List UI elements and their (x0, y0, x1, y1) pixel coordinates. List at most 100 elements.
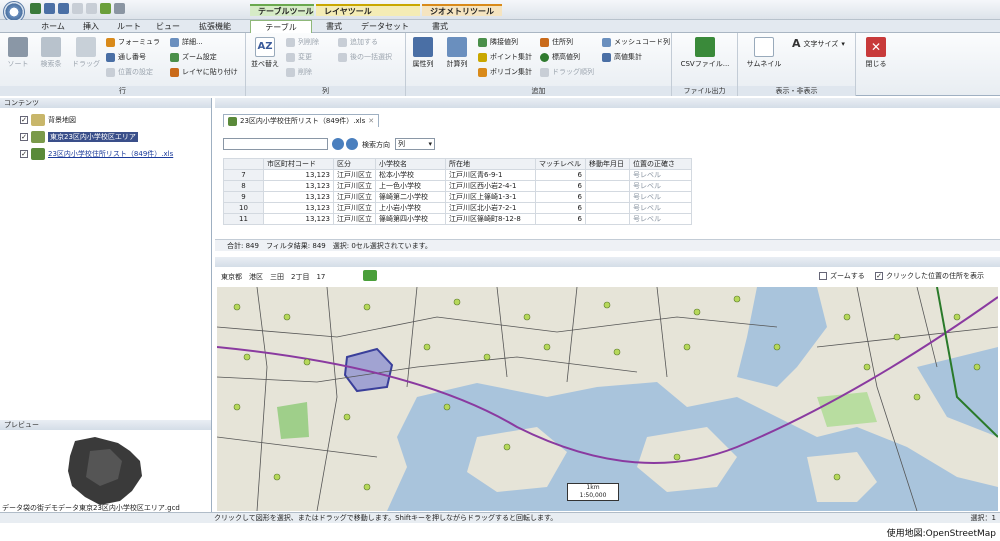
table-row[interactable]: 11 13,123 江戸川区立 篠崎第四小学校 江戸川区篠崎町8-12-8 6 … (223, 213, 692, 225)
search-direction-select[interactable]: 列 ▾ (395, 138, 435, 150)
column-header[interactable]: 市区町村コード (263, 158, 334, 170)
table-cell[interactable]: 号レベル (629, 169, 692, 181)
table-cell[interactable]: 江戸川区立 (333, 213, 376, 225)
tab-extensions[interactable]: 拡張機能 (190, 20, 240, 33)
search-prev-icon[interactable] (332, 138, 344, 150)
save-icon[interactable] (30, 3, 41, 14)
layer-item-school-areas[interactable]: ✓ 東京23区内小学校区エリア (20, 131, 138, 143)
layer-checkbox[interactable]: ✓ (20, 150, 28, 158)
table-cell[interactable] (585, 202, 630, 214)
sort-button[interactable]: AZ 並べ替え (250, 37, 280, 69)
table-cell[interactable]: 江戸川区立 (333, 191, 376, 203)
table-cell[interactable]: 13,123 (263, 191, 334, 203)
table-cell[interactable]: 江戸川区上篠崎1-3-1 (445, 191, 536, 203)
row-btn-1[interactable]: ソート (4, 37, 32, 69)
table-cell[interactable]: 篠崎第四小学校 (375, 213, 446, 225)
tab-format-geometry[interactable]: 書式 (422, 20, 458, 33)
table-cell[interactable]: 篠崎第二小学校 (375, 191, 446, 203)
row-number[interactable]: 7 (223, 169, 264, 181)
add-to-button[interactable]: 追加する (338, 37, 378, 47)
search-input[interactable] (223, 138, 328, 150)
table-cell[interactable]: 江戸川区立 (333, 180, 376, 192)
table-cell[interactable]: 江戸川区立 (333, 169, 376, 181)
detail-button[interactable]: 詳細... (170, 37, 203, 47)
table-cell[interactable]: 江戸川区篠崎町8-12-8 (445, 213, 536, 225)
tab-home[interactable]: ホーム (36, 20, 70, 33)
table-cell[interactable]: 号レベル (629, 202, 692, 214)
table-cell[interactable] (585, 213, 630, 225)
max-value-button[interactable]: 高値集計 (602, 52, 642, 62)
table-cell[interactable]: 号レベル (629, 180, 692, 192)
thumbnail-button[interactable]: サムネイル (742, 37, 786, 69)
table-cell[interactable]: 6 (535, 191, 586, 203)
column-header[interactable]: 小学校名 (375, 158, 446, 170)
copy-icon[interactable] (72, 3, 83, 14)
row-number[interactable]: 11 (223, 213, 264, 225)
settings-icon[interactable] (114, 3, 125, 14)
table-row[interactable]: 10 13,123 江戸川区立 上小岩小学校 江戸川区北小岩7-2-1 6 号レ… (223, 202, 692, 214)
formula-button[interactable]: フォーミュラ (106, 37, 160, 47)
serial-number-button[interactable]: 通し番号 (106, 52, 146, 62)
tab-route[interactable]: ルート (112, 20, 146, 33)
tab-dataset[interactable]: データセット (356, 20, 414, 33)
polygon-aggregate-button[interactable]: ポリゴン集計 (478, 67, 532, 77)
table-cell[interactable]: 上小岩小学校 (375, 202, 446, 214)
table-tab[interactable]: 23区内小学校住所リスト（849件）.xls ✕ (223, 114, 380, 127)
column-header[interactable]: マッチレベル (535, 158, 586, 170)
table-cell[interactable]: 13,123 (263, 202, 334, 214)
row-number[interactable]: 9 (223, 191, 264, 203)
zoom-option[interactable]: ズームする (819, 271, 865, 281)
close-button[interactable]: ✕ 閉じる (860, 37, 892, 69)
map-location-icon[interactable] (363, 270, 377, 281)
table-cell[interactable]: 6 (535, 169, 586, 181)
table-cell[interactable]: 上一色小学校 (375, 180, 446, 192)
row-number[interactable]: 8 (223, 180, 264, 192)
csv-export-button[interactable]: CSVファイル... (676, 37, 734, 69)
mesh-code-button[interactable]: メッシュコード列 (602, 37, 670, 47)
calc-column-button[interactable]: 計算列 (442, 37, 472, 69)
font-size-button[interactable]: A 文字サイズ ▾ (792, 37, 845, 50)
change-button[interactable]: 変更 (286, 52, 312, 62)
table-cell[interactable]: 6 (535, 202, 586, 214)
column-header[interactable]: 区分 (333, 158, 376, 170)
undo-icon[interactable] (44, 3, 55, 14)
row-btn-2[interactable]: 検索条 (36, 37, 66, 69)
drag-order-button[interactable]: ドラッグ順列 (540, 67, 594, 77)
search-next-icon[interactable] (346, 138, 358, 150)
delete-column-button[interactable]: 列削除 (286, 37, 319, 47)
refresh-icon[interactable] (100, 3, 111, 14)
tab-insert[interactable]: 挿入 (76, 20, 106, 33)
attribute-column-button[interactable]: 属性列 (408, 37, 438, 69)
table-row[interactable]: 8 13,123 江戸川区立 上一色小学校 江戸川区西小岩2-4-1 6 号レベ… (223, 180, 692, 192)
table-cell[interactable]: 江戸川区立 (333, 202, 376, 214)
table-cell[interactable]: 13,123 (263, 213, 334, 225)
zoom-setting-button[interactable]: ズーム設定 (170, 52, 217, 62)
tab-format-layer[interactable]: 書式 (316, 20, 352, 33)
table-row[interactable]: 7 13,123 江戸川区立 松本小学校 江戸川区青6-9-1 6 号レベル (223, 169, 692, 181)
neighbor-value-button[interactable]: 隣接値列 (478, 37, 518, 47)
table-row[interactable]: 9 13,123 江戸川区立 篠崎第二小学校 江戸川区上篠崎1-3-1 6 号レ… (223, 191, 692, 203)
elevation-column-button[interactable]: 標高値列 (540, 52, 580, 62)
address-column-button[interactable]: 住所列 (540, 37, 573, 47)
table-cell[interactable]: 江戸川区西小岩2-4-1 (445, 180, 536, 192)
layer-checkbox[interactable]: ✓ (20, 116, 28, 124)
table-cell[interactable]: 号レベル (629, 191, 692, 203)
map-canvas[interactable]: 1km 1:50,000 (217, 287, 998, 511)
layer-item-background[interactable]: ✓ 背景地図 (20, 114, 76, 126)
layer-item-school-list[interactable]: ✓ 23区内小学校住所リスト（849件）.xls (20, 148, 173, 160)
tab-close-icon[interactable]: ✕ (368, 115, 374, 127)
column-header[interactable]: 所在地 (445, 158, 536, 170)
paste-to-layer-button[interactable]: レイヤに貼り付け (170, 67, 238, 77)
redo-icon[interactable] (58, 3, 69, 14)
row-btn-3[interactable]: ドラッグ (70, 37, 102, 69)
zoom-checkbox[interactable] (819, 272, 827, 280)
table-cell[interactable] (585, 169, 630, 181)
column-header[interactable]: 移動年月日 (585, 158, 630, 170)
show-address-option[interactable]: ✓ クリックした位置の住所を表示 (875, 271, 984, 281)
point-aggregate-button[interactable]: ポイント集計 (478, 52, 532, 62)
tab-view[interactable]: ビュー (152, 20, 184, 33)
address-checkbox[interactable]: ✓ (875, 272, 883, 280)
tab-table[interactable]: テーブル (250, 20, 312, 33)
column-header[interactable]: 位置の正確さ (629, 158, 692, 170)
table-cell[interactable]: 江戸川区青6-9-1 (445, 169, 536, 181)
